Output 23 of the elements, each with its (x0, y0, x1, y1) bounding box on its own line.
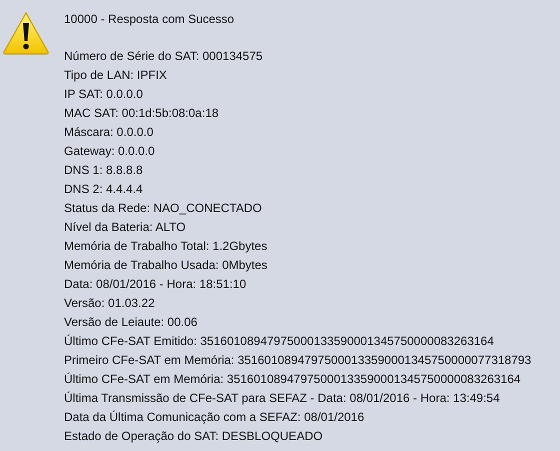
info-line: DNS 1: 8.8.8.8 (64, 162, 144, 179)
info-line: Versão: 01.03.22 (64, 295, 156, 312)
info-line: Status da Rede: NAO_CONECTADO (64, 200, 263, 217)
message-title: 10000 - Resposta com Sucesso (64, 11, 236, 28)
info-line: IP SAT: 0.0.0.0 (64, 86, 144, 103)
info-line: Data: 08/01/2016 - Hora: 18:51:10 (64, 276, 248, 293)
info-line: Data da Última Comunicação com a SEFAZ: 08/01/2016 (64, 409, 366, 426)
info-line: Estado de Operação do SAT: DESBLOQUEADO (64, 428, 324, 445)
info-line: Gateway: 0.0.0.0 (64, 143, 156, 160)
info-line: Nível da Bateria: ALTO (64, 219, 187, 236)
info-line: Último CFe-SAT Emitido: 35160108947975000133590001345750000083263164 (64, 333, 495, 350)
info-line: MAC SAT: 00:1d:5b:08:0a:18 (64, 105, 220, 122)
info-line: Versão de Leiaute: 00.06 (64, 314, 198, 331)
info-line: Número de Série do SAT: 000134575 (64, 48, 264, 65)
info-line: Primeiro CFe-SAT em Memória: 35160108947975000133590001345750000077318793 (64, 352, 532, 369)
info-line: Tipo de LAN: IPFIX (64, 67, 168, 84)
info-line: Última Transmissão de CFe-SAT para SEFAZ - Data: 08/01/2016 - Hora: 13:49:54 (64, 390, 501, 407)
info-line: Memória de Trabalho Total: 1.2Gbytes (64, 238, 268, 255)
info-line: DNS 2: 4.4.4.4 (64, 181, 144, 198)
info-line: Máscara: 0.0.0.0 (64, 124, 154, 141)
info-line: Memória de Trabalho Usada: 0Mbytes (64, 257, 268, 274)
info-line: Último CFe-SAT em Memória: 35160108947975000133590001345750000083263164 (64, 371, 522, 388)
warning-icon (2, 11, 50, 55)
